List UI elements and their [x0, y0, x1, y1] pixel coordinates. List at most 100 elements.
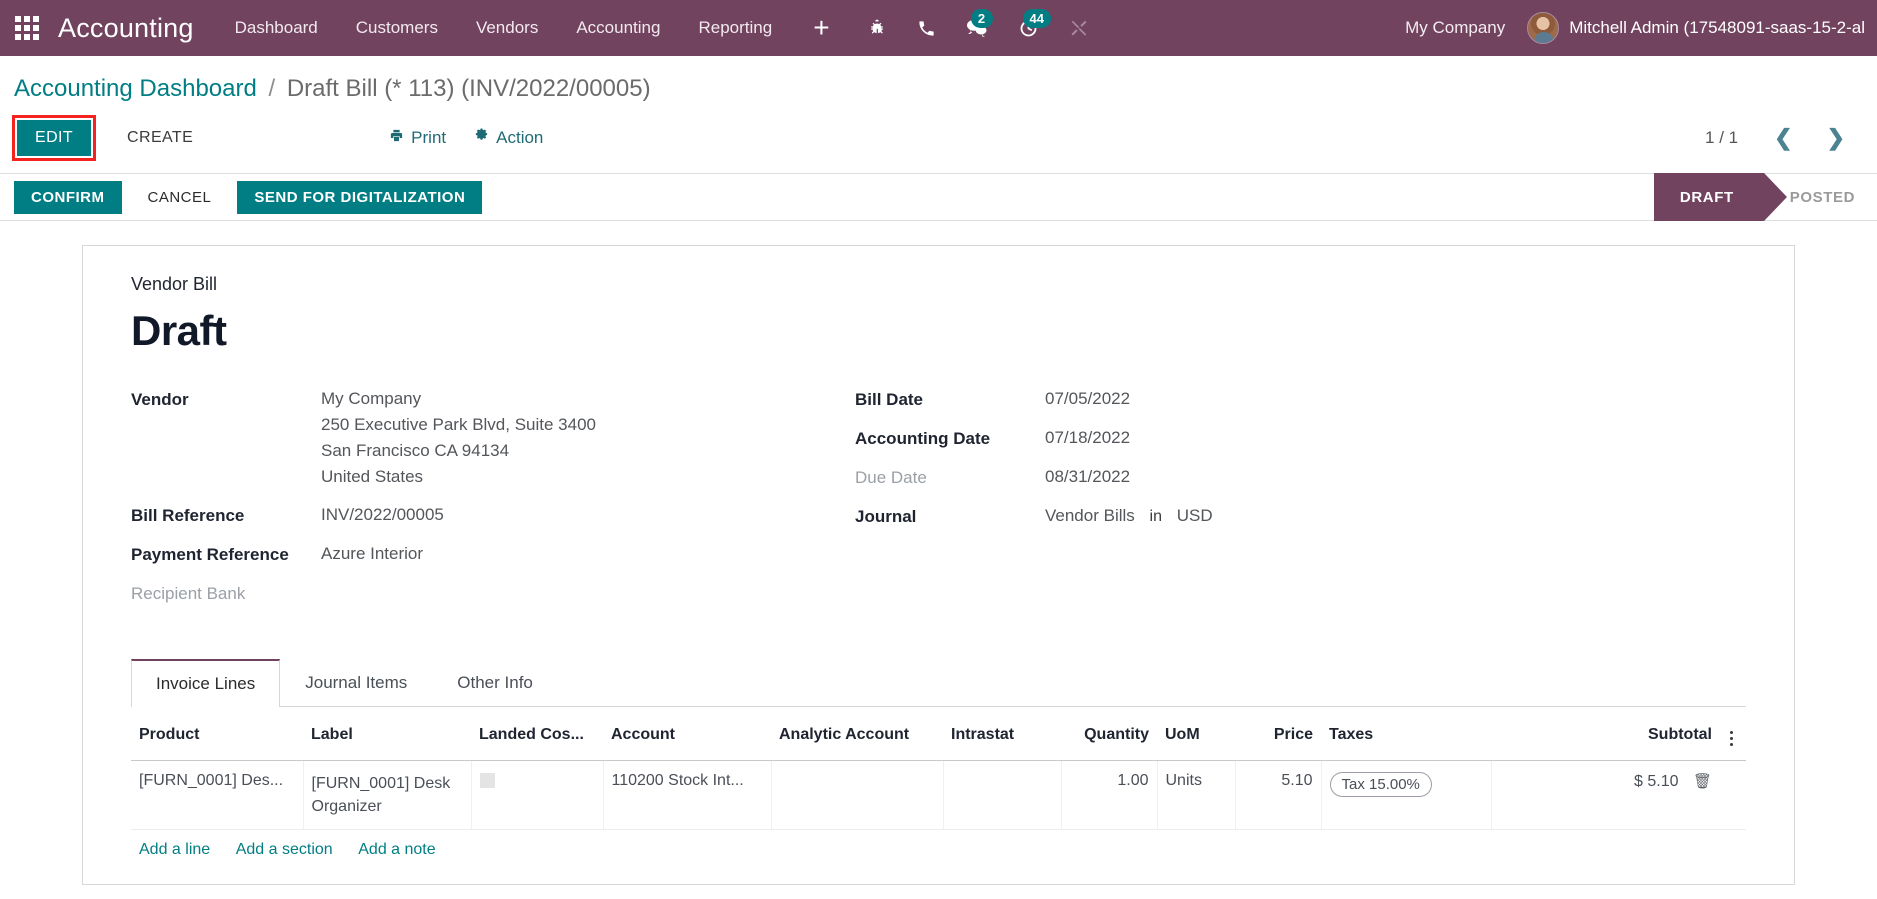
add-a-section-link[interactable]: Add a section — [236, 841, 333, 858]
breadcrumb-separator: / — [268, 75, 276, 102]
app-brand-accounting[interactable]: Accounting — [58, 13, 194, 44]
cell-product[interactable]: [FURN_0001] Des... — [131, 760, 304, 831]
menu-reporting[interactable]: Reporting — [679, 1, 791, 55]
cell-price[interactable]: 5.10 — [1235, 760, 1322, 831]
menu-customers[interactable]: Customers — [337, 1, 457, 55]
cell-analytic-account[interactable] — [771, 760, 944, 831]
cell-label[interactable]: [FURN_0001] Desk Organizer — [303, 760, 472, 831]
send-for-digitalization-button[interactable]: SEND FOR DIGITALIZATION — [237, 180, 483, 214]
add-a-line-link[interactable]: Add a line — [139, 841, 210, 858]
tab-other-info[interactable]: Other Info — [432, 659, 558, 707]
cell-intrastat[interactable] — [943, 760, 1062, 831]
cell-account[interactable]: 110200 Stock Int... — [603, 760, 772, 831]
field-due-date-label: Due Date — [855, 468, 927, 487]
field-bill-reference: Bill Reference INV/2022/00005 — [131, 505, 811, 526]
user-menu[interactable]: Mitchell Admin (17548091-saas-15-2-al — [1569, 18, 1865, 38]
subtotal-value: $ 5.10 — [1634, 773, 1679, 790]
action-label: Action — [496, 128, 544, 147]
menu-dashboard[interactable]: Dashboard — [216, 1, 337, 55]
column-price[interactable]: Price — [1235, 707, 1321, 761]
document-type-label: Vendor Bill — [131, 274, 218, 294]
optional-columns-dropdown[interactable] — [1720, 707, 1746, 761]
pager-next-button[interactable]: ❯ — [1813, 125, 1859, 151]
column-intrastat[interactable]: Intrastat — [943, 707, 1061, 761]
field-payment-reference-value[interactable]: Azure Interior — [321, 544, 423, 565]
cell-quantity[interactable]: 1.00 — [1061, 760, 1158, 831]
field-journal-value-group: Vendor Bills in USD — [1045, 506, 1213, 527]
field-bill-date: Bill Date 07/05/2022 — [855, 389, 1746, 410]
top-navbar: Accounting Dashboard Customers Vendors A… — [0, 0, 1877, 56]
edit-button[interactable]: EDIT — [11, 115, 97, 161]
table-row[interactable]: [FURN_0001] Des... [FURN_0001] Desk Orga… — [131, 760, 1746, 831]
breadcrumb-root-link[interactable]: Accounting Dashboard — [14, 75, 257, 102]
add-line-row: Add a line Add a section Add a note — [131, 830, 1746, 871]
field-journal: Journal Vendor Bills in USD — [855, 506, 1746, 527]
column-subtotal[interactable]: Subtotal — [1491, 707, 1720, 761]
cancel-button[interactable]: CANCEL — [131, 181, 229, 214]
gear-icon — [474, 128, 489, 148]
tab-invoice-lines[interactable]: Invoice Lines — [131, 659, 281, 707]
confirm-button[interactable]: CONFIRM — [14, 180, 122, 214]
cell-landed-cost[interactable] — [471, 760, 604, 831]
print-button[interactable]: Print — [375, 122, 460, 154]
menu-vendors[interactable]: Vendors — [457, 1, 557, 55]
tax-badge[interactable]: Tax 15.00% — [1329, 772, 1432, 797]
menu-accounting[interactable]: Accounting — [557, 1, 679, 55]
cell-taxes[interactable]: Tax 15.00% — [1321, 760, 1492, 831]
breadcrumb-current: Draft Bill (* 113) (INV/2022/00005) — [286, 75, 651, 102]
phone-icon[interactable] — [902, 19, 951, 38]
printer-icon — [389, 128, 404, 148]
tab-journal-items[interactable]: Journal Items — [280, 659, 432, 707]
add-a-note-link[interactable]: Add a note — [358, 841, 435, 858]
avatar[interactable] — [1527, 12, 1560, 44]
stage-statusbar: DRAFT POSTED — [1653, 173, 1877, 221]
column-label[interactable]: Label — [303, 707, 471, 761]
action-button[interactable]: Action — [460, 122, 557, 154]
vertical-dots-icon[interactable] — [1728, 729, 1735, 748]
cell-uom[interactable]: Units — [1157, 760, 1236, 831]
journal-link[interactable]: Vendor Bills — [1045, 506, 1135, 525]
field-bill-reference-value[interactable]: INV/2022/00005 — [321, 505, 444, 526]
pager-previous-button[interactable]: ❮ — [1760, 125, 1806, 151]
company-switcher[interactable]: My Company — [1389, 18, 1521, 38]
field-bill-reference-label: Bill Reference — [131, 506, 245, 525]
field-accounting-date-label: Accounting Date — [855, 429, 991, 448]
table-header-row: Product Label Landed Cos... Account Anal… — [131, 707, 1746, 761]
field-accounting-date: Accounting Date 07/18/2022 — [855, 428, 1746, 449]
control-panel-actions: Print Action — [375, 122, 557, 154]
control-panel: EDIT CREATE Print Action 1 / 1 ❮ ❯ — [0, 115, 1877, 173]
field-recipient-bank: Recipient Bank — [131, 583, 811, 604]
column-product[interactable]: Product — [131, 707, 303, 761]
landed-cost-checkbox[interactable] — [479, 773, 495, 789]
column-uom[interactable]: UoM — [1157, 707, 1235, 761]
notebook: Invoice Lines Journal Items Other Info P… — [131, 658, 1746, 870]
notebook-tabs: Invoice Lines Journal Items Other Info — [131, 658, 1746, 707]
column-quantity[interactable]: Quantity — [1061, 707, 1157, 761]
column-account[interactable]: Account — [603, 707, 771, 761]
messages-icon[interactable]: 2 — [951, 9, 1003, 38]
field-due-date-value[interactable]: 08/31/2022 — [1045, 467, 1130, 488]
apps-grid-icon[interactable] — [10, 11, 44, 45]
add-line-cell: Add a line Add a section Add a note — [131, 830, 1746, 871]
currency-link[interactable]: USD — [1177, 506, 1213, 525]
vendor-link[interactable]: My Company — [321, 389, 421, 408]
field-vendor: Vendor My Company 250 Executive Park Blv… — [131, 389, 811, 487]
trash-icon[interactable]: 🗑 — [1693, 773, 1712, 790]
invoice-lines-body: [FURN_0001] Des... [FURN_0001] Desk Orga… — [131, 760, 1746, 871]
field-bill-date-value[interactable]: 07/05/2022 — [1045, 389, 1130, 410]
field-vendor-label: Vendor — [131, 390, 189, 409]
column-taxes[interactable]: Taxes — [1321, 707, 1491, 761]
stage-draft[interactable]: DRAFT — [1653, 173, 1787, 221]
bug-icon[interactable] — [852, 18, 902, 38]
field-accounting-date-value[interactable]: 07/18/2022 — [1045, 428, 1130, 449]
create-button[interactable]: CREATE — [113, 120, 207, 156]
tools-icon[interactable] — [1054, 18, 1104, 38]
journal-in-word: in — [1149, 508, 1162, 525]
activities-clock-icon[interactable]: 44 — [1003, 8, 1054, 39]
form-column-left: Vendor My Company 250 Executive Park Blv… — [131, 389, 811, 622]
pager-count: 1 / 1 — [1705, 128, 1739, 147]
column-landed-cost[interactable]: Landed Cos... — [471, 707, 603, 761]
quick-create-plus-icon[interactable]: + — [791, 14, 851, 42]
column-analytic-account[interactable]: Analytic Account — [771, 707, 943, 761]
form-column-right: Bill Date 07/05/2022 Accounting Date 07/… — [811, 389, 1746, 622]
